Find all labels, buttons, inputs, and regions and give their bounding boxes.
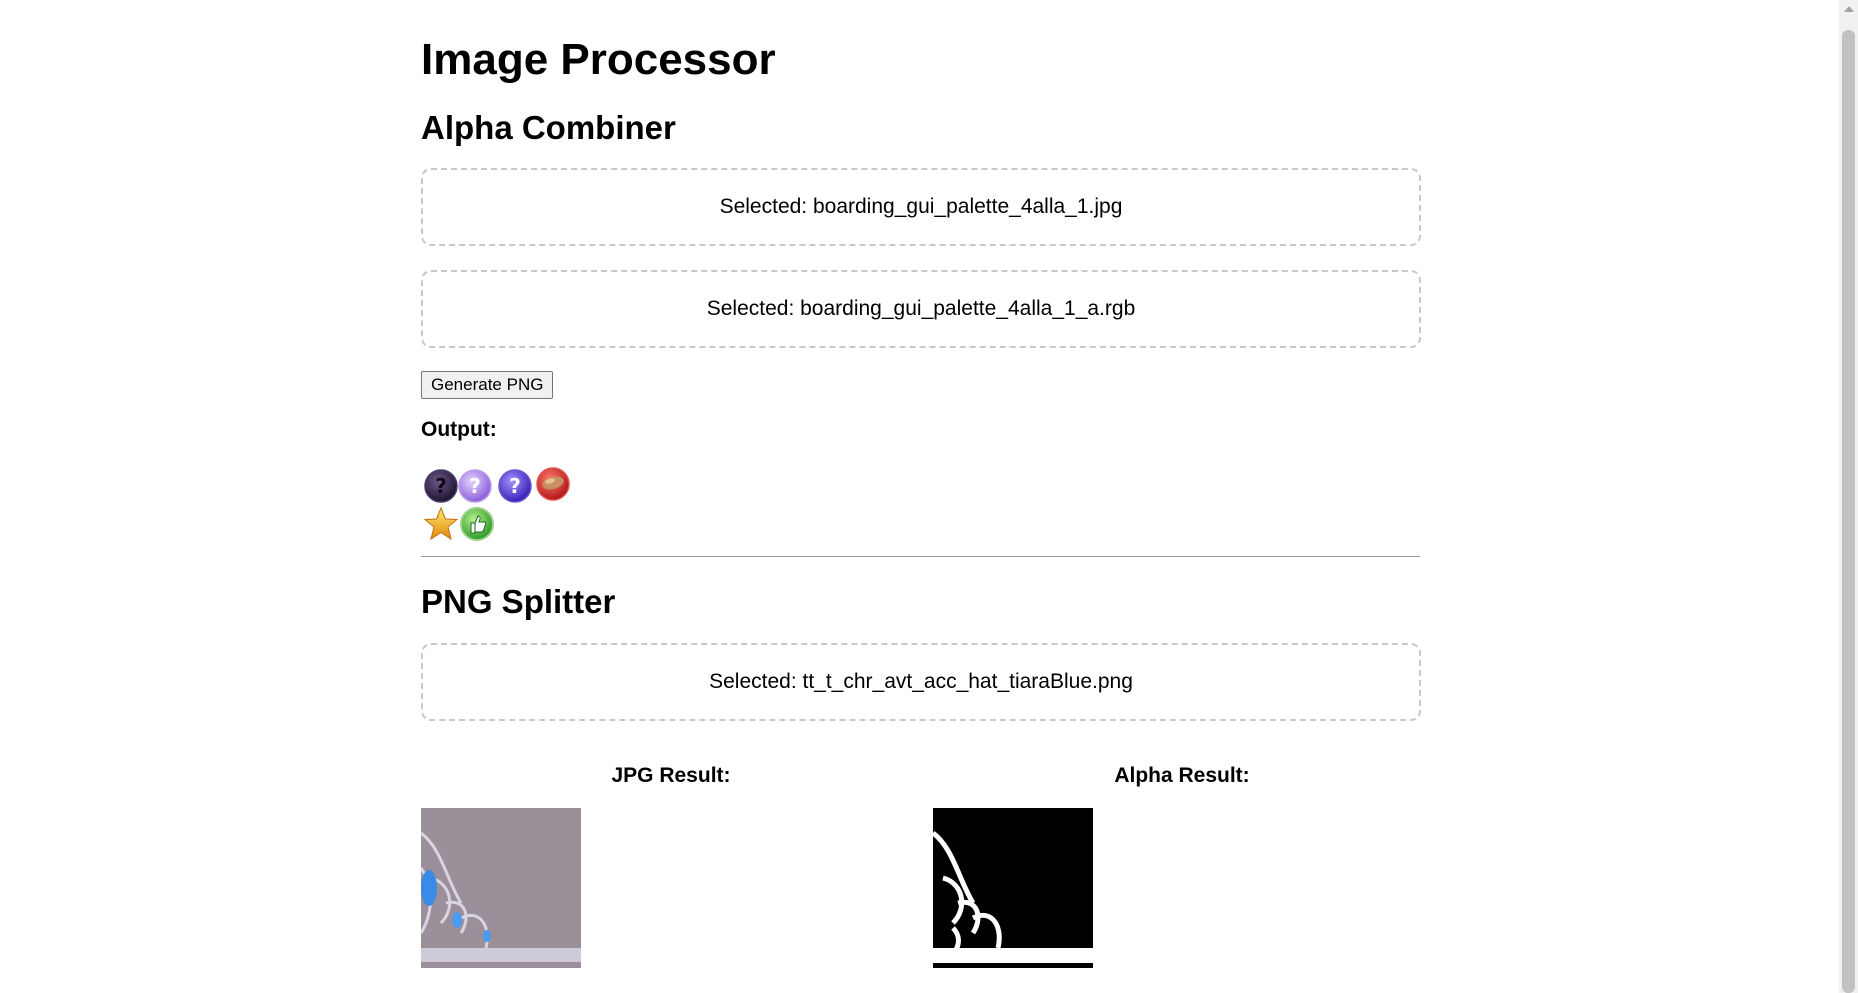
page-title: Image Processor <box>421 35 776 84</box>
page-scrollbar[interactable] <box>1839 0 1858 993</box>
scrollbar-thumb[interactable] <box>1842 30 1855 993</box>
svg-text:?: ? <box>509 474 521 498</box>
alpha-result-label: Alpha Result: <box>1114 764 1250 787</box>
section-divider <box>421 556 1420 557</box>
jpg-file-selected-label: Selected: boarding_gui_palette_4alla_1.j… <box>719 195 1123 218</box>
alpha-combiner-heading: Alpha Combiner <box>421 109 676 146</box>
dark-question-icon: ? <box>423 468 459 504</box>
svg-text:?: ? <box>469 474 481 498</box>
alpha-result-image <box>933 808 1093 968</box>
output-label: Output: <box>421 418 497 441</box>
generate-png-button[interactable]: Generate PNG <box>421 371 554 399</box>
alpha-file-dropzone[interactable]: Selected: boarding_gui_palette_4alla_1_a… <box>421 270 1421 348</box>
png-file-dropzone[interactable]: Selected: tt_t_chr_avt_acc_hat_tiaraBlue… <box>421 643 1421 721</box>
jpg-result-label: JPG Result: <box>611 764 731 787</box>
png-splitter-heading: PNG Splitter <box>421 583 616 620</box>
jpg-result-image <box>421 808 581 968</box>
green-thumbs-up-icon <box>459 506 495 542</box>
red-shoe-icon <box>535 466 571 502</box>
lavender-question-icon: ? <box>457 468 493 504</box>
gold-star-icon <box>423 506 459 542</box>
scroll-up-arrow-icon[interactable] <box>1844 6 1854 12</box>
jpg-file-dropzone[interactable]: Selected: boarding_gui_palette_4alla_1.j… <box>421 168 1421 246</box>
png-file-selected-label: Selected: tt_t_chr_avt_acc_hat_tiaraBlue… <box>709 670 1133 693</box>
svg-text:?: ? <box>435 474 447 498</box>
purple-question-icon: ? <box>497 468 533 504</box>
alpha-file-selected-label: Selected: boarding_gui_palette_4alla_1_a… <box>706 297 1136 320</box>
